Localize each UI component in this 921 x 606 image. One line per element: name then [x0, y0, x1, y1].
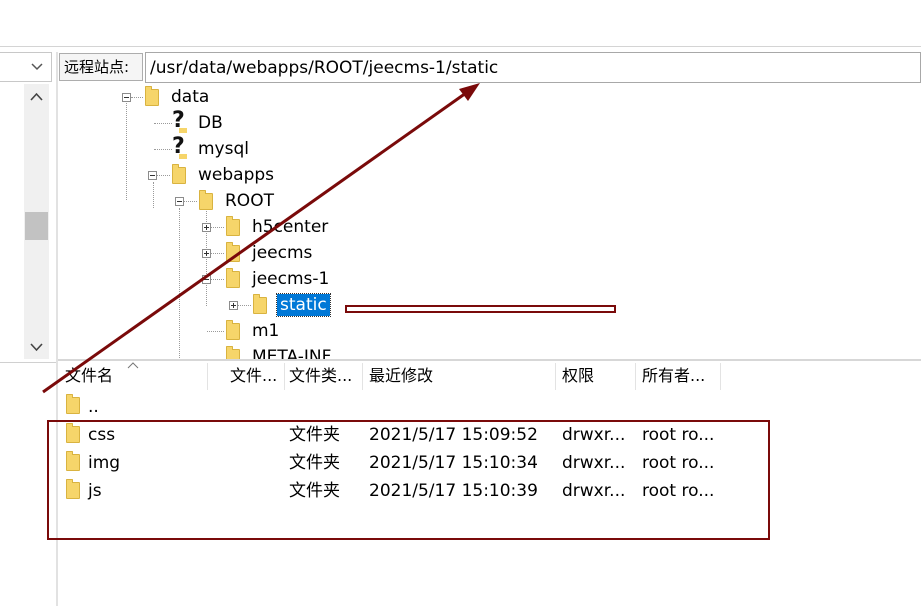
column-header-filename[interactable]: 文件名: [65, 361, 205, 391]
remote-site-label: 远程站点:: [59, 53, 143, 81]
collapse-toggle[interactable]: [148, 171, 157, 180]
collapse-toggle[interactable]: [202, 275, 211, 284]
top-separator: [0, 46, 921, 47]
tree-item-mysql[interactable]: mysql: [198, 138, 249, 160]
local-tree-scrollbar[interactable]: [24, 84, 49, 359]
annotation-underline-box: [345, 305, 616, 313]
scroll-down-icon[interactable]: [30, 342, 43, 352]
folder-icon: [226, 216, 240, 236]
column-divider: [555, 363, 556, 390]
column-header-permissions[interactable]: 权限: [562, 361, 632, 391]
tree-item-h5center[interactable]: h5center: [252, 216, 328, 238]
column-divider: [720, 363, 721, 390]
unknown-folder-icon: ?: [172, 134, 187, 159]
parent-directory-row[interactable]: ..: [88, 396, 99, 418]
tree-item-jeecms-1[interactable]: jeecms-1: [252, 268, 329, 290]
tree-item-data[interactable]: data: [171, 86, 209, 108]
folder-icon: [226, 268, 240, 288]
collapse-toggle[interactable]: [175, 197, 184, 206]
folder-icon: [199, 190, 213, 210]
expand-toggle[interactable]: [202, 223, 211, 232]
column-divider: [362, 363, 363, 390]
tree-item-db[interactable]: DB: [198, 112, 223, 134]
tree-item-meta-inf[interactable]: META-INF: [252, 346, 331, 360]
remote-path-input[interactable]: [145, 52, 921, 83]
expand-toggle[interactable]: [229, 301, 238, 310]
folder-icon: [66, 394, 80, 414]
column-header-filetype[interactable]: 文件类...: [289, 361, 361, 391]
remote-tree: data ? DB ? mysql webapps ROOT h5center …: [58, 84, 921, 360]
tree-item-webapps[interactable]: webapps: [198, 164, 274, 186]
top-strip: [0, 0, 921, 46]
expand-toggle[interactable]: [202, 249, 211, 258]
column-divider: [284, 363, 285, 390]
column-header-modified[interactable]: 最近修改: [369, 361, 549, 391]
column-header-filesize[interactable]: 文件...: [230, 361, 284, 391]
tree-item-static-selected[interactable]: static: [276, 293, 331, 317]
column-header-owner[interactable]: 所有者...: [642, 361, 718, 391]
folder-icon: [172, 164, 186, 184]
scroll-up-icon[interactable]: [30, 92, 43, 102]
folder-icon: [226, 242, 240, 262]
unknown-folder-icon: ?: [172, 108, 187, 133]
tree-item-jeecms[interactable]: jeecms: [252, 242, 312, 264]
scrollbar-thumb[interactable]: [25, 212, 48, 240]
column-divider: [635, 363, 636, 390]
local-pane-divider: [0, 362, 56, 363]
folder-icon: [145, 86, 159, 106]
local-site-dropdown[interactable]: [0, 52, 52, 82]
tree-item-root[interactable]: ROOT: [225, 190, 274, 212]
annotation-highlight-box: [47, 420, 770, 540]
chevron-down-icon: [31, 63, 43, 71]
column-divider: [207, 363, 208, 390]
folder-icon: [226, 320, 240, 340]
collapse-toggle[interactable]: [122, 93, 131, 102]
folder-icon: [253, 294, 267, 314]
tree-item-m1[interactable]: m1: [252, 320, 279, 342]
